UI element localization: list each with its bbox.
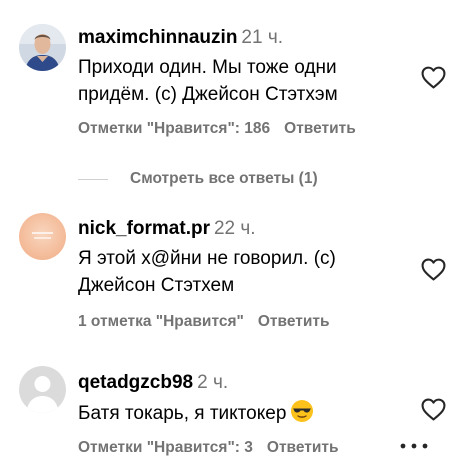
comment-body: nick_format.pr 22 ч. Я этой х@йни не гово… <box>78 217 398 299</box>
avatar[interactable] <box>19 366 66 413</box>
reply-button[interactable]: Ответить <box>267 439 339 456</box>
comment-actions: Отметки "Нравится": 186 Ответить <box>78 120 356 138</box>
heart-outline-icon[interactable] <box>421 66 446 89</box>
comment-body: maximchinnauzin 21 ч. Приходи один. Мы то… <box>78 26 398 108</box>
view-replies-label: Смотреть все ответы (1) <box>130 170 318 187</box>
comment-text-line: Приходи один. Мы тоже одни <box>78 57 337 78</box>
heart-outline-icon[interactable] <box>421 398 446 421</box>
reply-button[interactable]: Ответить <box>284 120 356 137</box>
sunglasses-emoji <box>291 400 314 422</box>
avatar[interactable] <box>19 213 66 260</box>
reply-button[interactable]: Ответить <box>258 313 330 330</box>
likes-count[interactable]: Отметки "Нравится": 186 <box>78 120 270 137</box>
timestamp[interactable]: 2 ч. <box>197 372 228 393</box>
comment-text: Я этой х@йни не говорил. (с) Джейсон Стэ… <box>78 245 398 299</box>
comment-text: Приходи один. Мы тоже одни придём. (с) Д… <box>78 54 398 108</box>
heart-outline-icon[interactable] <box>421 258 446 281</box>
likes-count[interactable]: 1 отметка "Нравится" <box>78 313 244 330</box>
username[interactable]: qetadgzcb98 <box>78 372 193 393</box>
comment-text: Батя токарь, я тиктокер <box>78 399 398 427</box>
likes-count[interactable]: Отметки "Нравится": 3 <box>78 439 253 456</box>
comment-text-line: придём. (с) Джейсон Стэтхэм <box>78 84 338 105</box>
more-options-icon[interactable] <box>399 441 429 451</box>
comment-text-line: Я этой х@йни не говорил. (с) <box>78 248 336 269</box>
timestamp[interactable]: 22 ч. <box>214 218 256 239</box>
view-replies-button[interactable]: Смотреть все ответы (1) <box>78 170 318 190</box>
username[interactable]: maximchinnauzin <box>78 27 237 48</box>
comment-actions: 1 отметка "Нравится" Ответить <box>78 313 330 331</box>
comment-actions: Отметки "Нравится": 3 Ответить <box>78 439 339 457</box>
divider <box>78 178 108 180</box>
comment-header: nick_format.pr 22 ч. <box>78 217 398 241</box>
username[interactable]: nick_format.pr <box>78 218 210 239</box>
comment-text-line: Джейсон Стэтхем <box>78 275 235 296</box>
comment-header: maximchinnauzin 21 ч. <box>78 26 398 50</box>
comment-body: qetadgzcb98 2 ч. Батя токарь, я тиктокер <box>78 371 398 427</box>
comment-text-line: Батя токарь, я тиктокер <box>78 403 287 424</box>
comment-header: qetadgzcb98 2 ч. <box>78 371 398 395</box>
timestamp[interactable]: 21 ч. <box>241 27 283 48</box>
avatar[interactable] <box>19 24 66 71</box>
